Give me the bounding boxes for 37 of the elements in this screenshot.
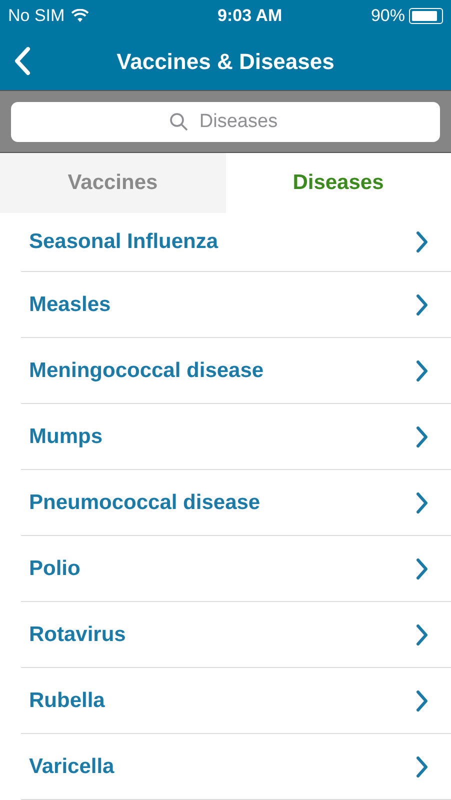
search-icon — [169, 112, 189, 132]
disease-name: Rubella — [29, 688, 105, 714]
wifi-icon — [70, 9, 89, 23]
chevron-right-icon — [415, 292, 429, 316]
disease-row[interactable]: Rubella — [21, 668, 451, 734]
disease-name: Seasonal Influenza — [29, 229, 218, 256]
disease-name: Pneumococcal disease — [29, 490, 260, 516]
chevron-right-icon — [415, 688, 429, 712]
disease-name: Measles — [29, 292, 111, 318]
disease-row[interactable]: Seasonal Influenza — [21, 213, 451, 272]
disease-row[interactable]: Mumps — [21, 404, 451, 470]
clock-time: 9:03 AM — [218, 5, 282, 28]
battery-icon — [409, 8, 443, 24]
chevron-right-icon — [415, 622, 429, 646]
screen-title: Vaccines & Diseases — [116, 48, 334, 76]
battery-percent: 90% — [370, 5, 405, 28]
disease-name: Meningococcal disease — [29, 358, 264, 384]
disease-name: Varicella — [29, 754, 114, 780]
disease-name: Polio — [29, 556, 80, 582]
disease-row[interactable]: Rotavirus — [21, 602, 451, 668]
chevron-right-icon — [415, 490, 429, 514]
disease-name: Mumps — [29, 424, 102, 450]
disease-name: Rotavirus — [29, 622, 126, 648]
chevron-right-icon — [415, 556, 429, 580]
back-icon — [13, 46, 31, 76]
chevron-right-icon — [415, 230, 429, 254]
chevron-right-icon — [415, 358, 429, 382]
disease-row[interactable]: Measles — [21, 272, 451, 338]
disease-row[interactable]: Varicella — [21, 734, 451, 800]
chevron-right-icon — [415, 754, 429, 778]
disease-row[interactable]: Pneumococcal disease — [21, 470, 451, 536]
carrier-label: No SIM — [8, 5, 65, 28]
tab[interactable]: Vaccines — [0, 153, 226, 213]
disease-row[interactable]: Polio — [21, 536, 451, 602]
disease-row[interactable]: Meningococcal disease — [21, 338, 451, 404]
search-field[interactable]: Diseases — [11, 102, 440, 142]
chevron-right-icon — [415, 424, 429, 448]
